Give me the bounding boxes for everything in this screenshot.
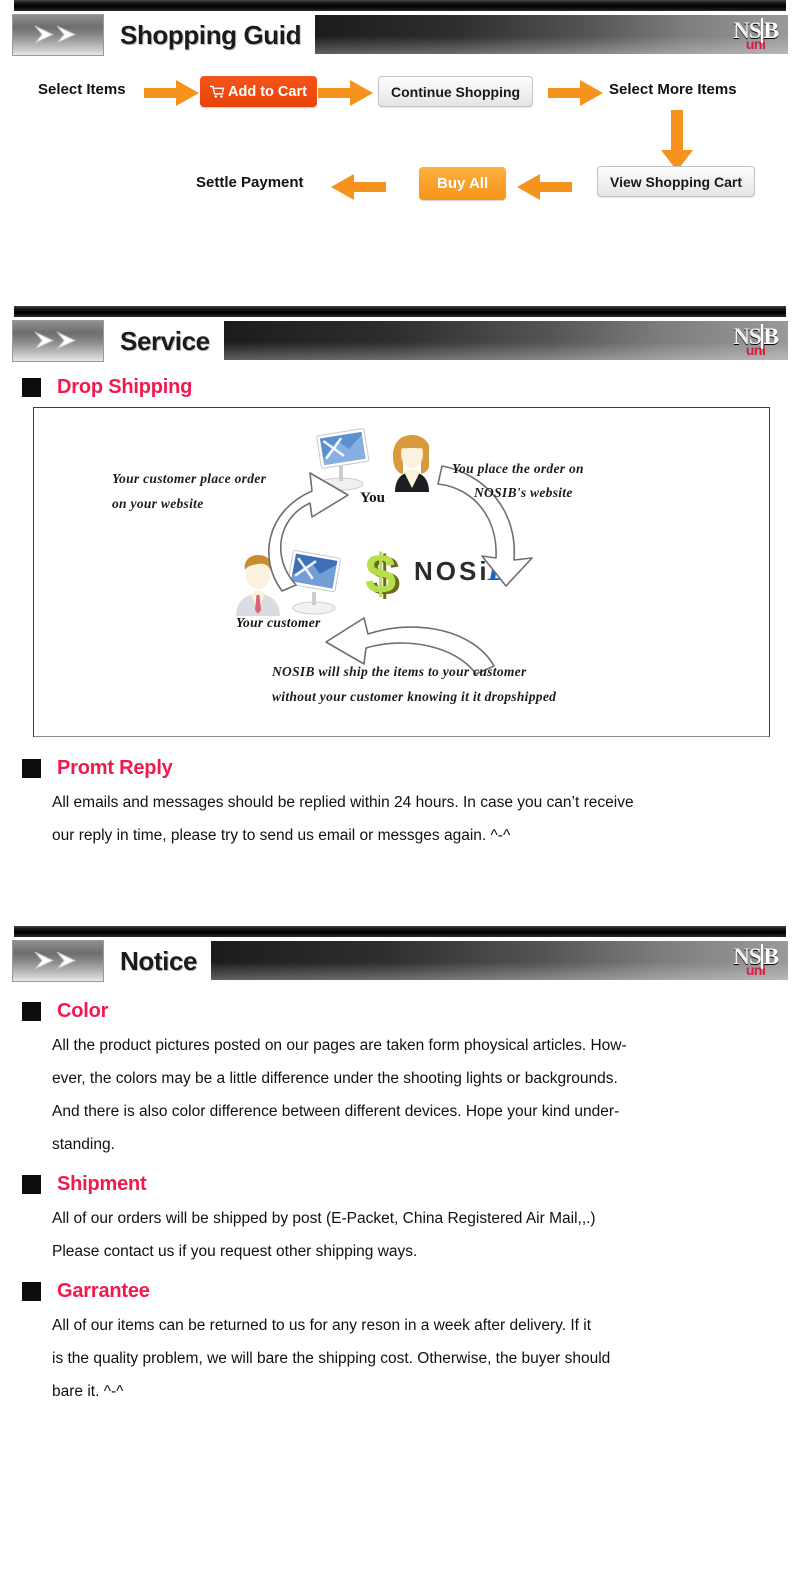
notice-color-line1: All the product pictures posted on our p… — [52, 1037, 627, 1054]
banner-top-stripe — [14, 926, 786, 937]
heading-garrantee: Garrantee — [22, 1280, 800, 1303]
promt-reply-line1: All emails and messages should be replie… — [52, 794, 634, 811]
promt-reply-body: All emails and messages should be replie… — [52, 786, 772, 852]
notice-color-line2: ever, the colors may be a little differe… — [52, 1070, 618, 1087]
bullet-square-icon — [22, 1175, 41, 1194]
notice-color-body: All the product pictures posted on our p… — [52, 1029, 772, 1161]
shopping-cart-icon — [210, 85, 225, 99]
add-to-cart-button[interactable]: Add to Cart — [200, 76, 317, 107]
add-to-cart-label: Add to Cart — [228, 83, 307, 100]
note-place-order-line1: You place the order on — [452, 461, 584, 476]
continue-shopping-label: Continue Shopping — [391, 83, 521, 100]
section-banner-notice: Notice NS B uni — [0, 926, 800, 982]
heading-color: Color — [22, 1000, 800, 1023]
notice-shipment-line2: Please contact us if you request other s… — [52, 1243, 418, 1260]
shopping-flow-diagram: Select Items Add to Cart Continue Shoppi… — [0, 62, 800, 232]
bullet-square-icon — [22, 1002, 41, 1021]
note-customer-order-line1: Your customer place order — [112, 471, 267, 486]
note-place-order-line2: NOSIB's website — [474, 485, 573, 500]
flow-step-select-items: Select Items — [38, 81, 126, 98]
curved-arrow-you-to-nosib — [434, 460, 554, 593]
buy-all-label: Buy All — [437, 175, 489, 192]
section-title-notice: Notice — [120, 945, 198, 976]
section-gap-1 — [0, 232, 800, 306]
section-gap-2 — [0, 852, 800, 926]
notice-shipment-body: All of our orders will be shipped by pos… — [52, 1202, 772, 1268]
notice-garrantee-line3: bare it. ^-^ — [52, 1383, 124, 1400]
note-ship-line1: NOSIB will ship the items to your custom… — [272, 664, 527, 679]
heading-drop-shipping: Drop Shipping — [22, 376, 800, 399]
heading-drop-shipping-label: Drop Shipping — [57, 376, 193, 398]
banner-gradient-bar — [315, 15, 788, 54]
promt-reply-line2: our reply in time, please try to send us… — [52, 827, 511, 844]
banner-row: Shopping Guid NS B uni — [8, 14, 792, 56]
banner-row: Service NS B uni — [8, 320, 792, 362]
flow-step-select-more-items: Select More Items — [609, 81, 737, 98]
banner-row: Notice NS B uni — [8, 940, 792, 982]
flow-arrow-left-2 — [515, 173, 573, 206]
notice-garrantee-body: All of our items can be returned to us f… — [52, 1309, 772, 1408]
brand-logo-nsbuni: NS B uni — [733, 324, 779, 357]
double-chevron-right-icon — [12, 940, 104, 982]
flow-step-settle-payment: Settle Payment — [196, 174, 304, 191]
page-root: Shopping Guid NS B uni Select Items Add … — [0, 0, 800, 1460]
heading-garrantee-label: Garrantee — [57, 1280, 150, 1302]
notice-garrantee-line1: All of our items can be returned to us f… — [52, 1317, 592, 1334]
section-banner-shopping-guid: Shopping Guid NS B uni — [0, 0, 800, 56]
double-chevron-right-icon — [12, 14, 104, 56]
heading-shipment: Shipment — [22, 1173, 800, 1196]
double-chevron-right-icon — [12, 320, 104, 362]
label-your-customer: Your customer — [236, 615, 321, 630]
flow-arrow-right-3 — [548, 79, 604, 112]
notice-color-line3: And there is also color difference betwe… — [52, 1103, 620, 1120]
banner-gradient-bar — [211, 941, 788, 980]
bullet-square-icon — [22, 759, 41, 778]
heading-promt-reply-label: Promt Reply — [57, 757, 173, 779]
bullet-square-icon — [22, 378, 41, 397]
buy-all-button[interactable]: Buy All — [419, 167, 507, 200]
heading-shipment-label: Shipment — [57, 1173, 147, 1195]
view-shopping-cart-label: View Shopping Cart — [610, 173, 742, 190]
flow-arrow-left-1 — [329, 173, 387, 206]
continue-shopping-button[interactable]: Continue Shopping — [378, 76, 534, 107]
page-bottom-gap — [0, 1408, 800, 1460]
drop-shipping-diagram: You Your customer $ $ NOSi Your customer… — [33, 407, 770, 737]
brand-logo-nsbuni: NS B uni — [733, 18, 779, 51]
banner-top-stripe — [14, 0, 786, 11]
heading-promt-reply: Promt Reply — [22, 757, 800, 780]
notice-garrantee-line2: is the quality problem, we will bare the… — [52, 1350, 611, 1367]
flow-arrow-right-1 — [144, 79, 200, 112]
note-ship-line2: without your customer knowing it it drop… — [272, 689, 557, 704]
view-shopping-cart-button[interactable]: View Shopping Cart — [597, 166, 755, 197]
section-title-shopping-guid: Shopping Guid — [120, 19, 302, 50]
note-customer-order-line2: on your website — [112, 496, 204, 511]
heading-color-label: Color — [57, 1000, 109, 1022]
section-banner-service: Service NS B uni — [0, 306, 800, 362]
banner-top-stripe — [14, 306, 786, 317]
bullet-square-icon — [22, 1282, 41, 1301]
curved-arrow-customer-to-you — [252, 463, 372, 598]
brand-logo-nsbuni: NS B uni — [733, 944, 779, 977]
banner-gradient-bar — [223, 321, 788, 360]
notice-color-line4: standing. — [52, 1136, 115, 1153]
notice-shipment-line1: All of our orders will be shipped by pos… — [52, 1210, 596, 1227]
flow-arrow-right-2 — [318, 79, 374, 112]
section-title-service: Service — [120, 325, 210, 356]
